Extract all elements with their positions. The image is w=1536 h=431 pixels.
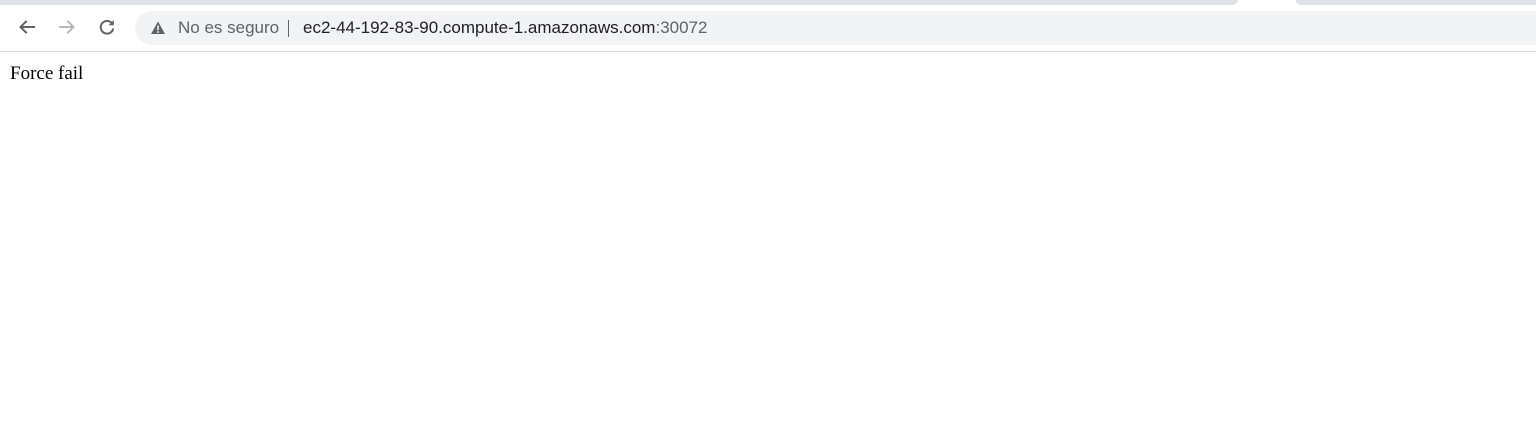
security-status-label[interactable]: No es seguro bbox=[178, 11, 279, 45]
page-content: Force fail bbox=[0, 52, 1536, 431]
browser-toolbar: No es seguro ec2-44-192-83-90.compute-1.… bbox=[0, 6, 1536, 52]
tab-inactive-left[interactable] bbox=[0, 0, 1238, 5]
reload-icon bbox=[99, 20, 115, 35]
url-port: :30072 bbox=[655, 18, 708, 37]
forward-button[interactable] bbox=[53, 13, 81, 41]
url-text[interactable]: ec2-44-192-83-90.compute-1.amazonaws.com… bbox=[303, 11, 707, 45]
arrow-left-icon bbox=[19, 20, 35, 34]
address-bar[interactable]: No es seguro ec2-44-192-83-90.compute-1.… bbox=[135, 11, 1536, 45]
omnibox-divider bbox=[288, 20, 289, 37]
reload-button[interactable] bbox=[93, 13, 121, 41]
arrow-right-icon bbox=[59, 20, 75, 34]
warning-triangle-icon[interactable] bbox=[150, 20, 166, 36]
tab-inactive-right[interactable] bbox=[1296, 0, 1536, 5]
page-body-text: Force fail bbox=[10, 63, 84, 84]
url-host: ec2-44-192-83-90.compute-1.amazonaws.com bbox=[303, 18, 656, 37]
back-button[interactable] bbox=[13, 13, 41, 41]
